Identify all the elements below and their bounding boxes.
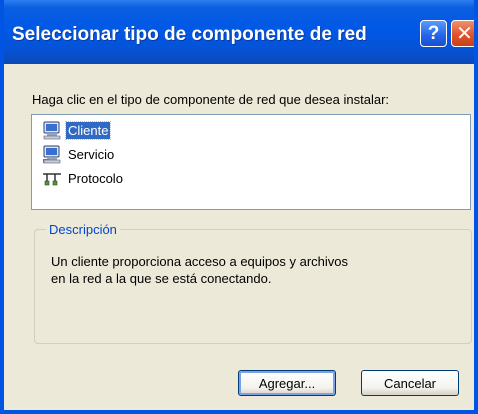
add-button-label: Agregar... [258,375,316,391]
title-bar[interactable]: Seleccionar tipo de componente de red ? … [4,0,474,64]
list-item-label: Servicio [68,146,115,162]
description-title: Descripción [46,222,120,237]
close-button[interactable]: ✕ [451,20,474,47]
list-item-label: Protocolo [68,170,123,186]
description-line-2: en la red a la que se está conectando. [51,271,272,286]
list-item-protocol[interactable]: Protocolo [42,167,125,189]
component-type-list[interactable]: Cliente Servicio Protocolo [31,114,471,210]
add-button[interactable]: Agregar... [238,370,336,396]
client-computer-icon [42,120,62,140]
list-item-client[interactable]: Cliente [42,119,112,141]
description-text: Un cliente proporciona acceso a equipos … [51,253,451,287]
list-item-service[interactable]: Servicio [42,143,116,165]
description-line-1: Un cliente proporciona acceso a equipos … [51,254,349,269]
close-icon: ✕ [456,23,473,45]
help-icon: ? [427,22,440,44]
help-button[interactable]: ? [420,20,447,47]
instruction-label: Haga clic en el tipo de componente de re… [32,92,390,107]
cancel-button-label: Cancelar [383,375,437,391]
list-item-label: Cliente [64,120,112,140]
window-title: Seleccionar tipo de componente de red [12,24,367,45]
protocol-network-icon [42,168,62,188]
service-computer-icon [42,144,62,164]
dialog-window: Seleccionar tipo de componente de red ? … [0,0,478,414]
cancel-button[interactable]: Cancelar [361,370,459,396]
